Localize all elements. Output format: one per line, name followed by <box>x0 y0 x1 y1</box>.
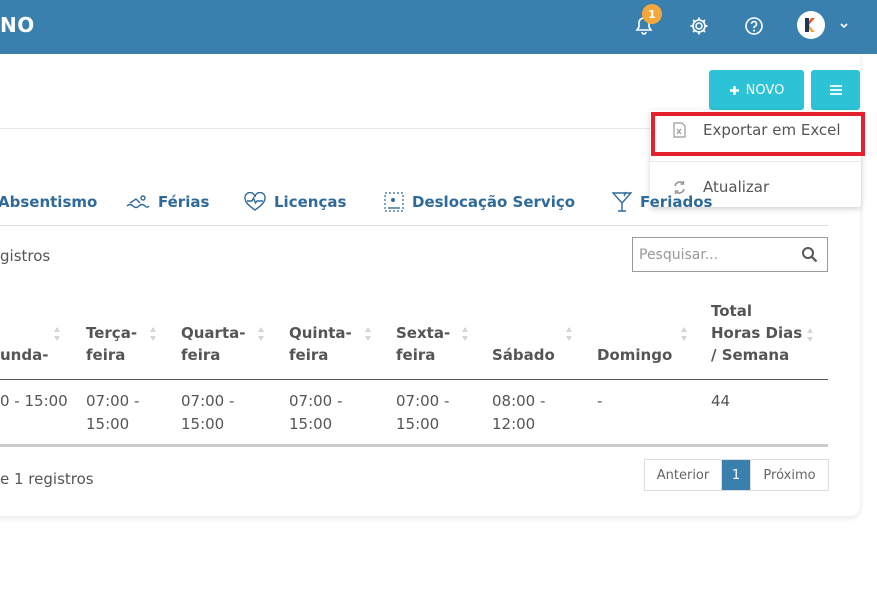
brand-logo-text: NO <box>0 13 35 37</box>
tab-feriados[interactable]: Feriados <box>612 186 712 218</box>
column-header[interactable]: Sexta- feira <box>396 300 450 370</box>
table-bottom-divider <box>0 444 828 447</box>
column-header[interactable]: Domingo <box>597 300 672 370</box>
tab-licencas-label: Licenças <box>274 193 347 211</box>
records-per-page-info: gistros <box>0 247 51 265</box>
tab-licencas[interactable]: Licenças <box>244 186 346 218</box>
tab-absentismo-label: Absentismo <box>0 193 98 211</box>
pagination-previous[interactable]: Anterior <box>645 460 722 490</box>
heartbeat-icon <box>244 192 266 211</box>
table-cell: 07:00 - 15:00 <box>289 392 343 433</box>
table-header-divider <box>0 379 828 380</box>
column-header[interactable]: unda- <box>0 300 48 370</box>
table-cell: 08:00 - 12:00 <box>492 392 546 433</box>
user-menu-toggle[interactable] <box>838 16 850 35</box>
table-cell: 0 - 15:00 <box>0 392 68 410</box>
pagination-next[interactable]: Próximo <box>750 460 828 490</box>
user-avatar[interactable] <box>797 11 825 39</box>
plus-icon <box>729 85 739 95</box>
sort-icon[interactable] <box>149 326 157 342</box>
search-icon <box>801 246 818 267</box>
table-cell: 07:00 - 15:00 <box>181 392 235 433</box>
pagination: Anterior 1 Próximo <box>644 459 829 491</box>
sort-icon[interactable] <box>364 326 372 342</box>
sort-icon[interactable] <box>257 326 265 342</box>
sort-icon[interactable] <box>53 326 61 342</box>
tab-absentismo[interactable]: Absentismo <box>0 186 97 218</box>
cocktail-icon <box>612 191 632 212</box>
tab-bar: Absentismo Férias Licenças Deslocação Se… <box>0 186 877 218</box>
column-header[interactable]: Total Horas Dias / Semana <box>711 300 802 370</box>
chevron-down-icon <box>840 23 848 29</box>
tab-divider <box>0 225 828 226</box>
column-header[interactable]: Sábado <box>492 300 555 370</box>
route-icon <box>384 192 404 212</box>
question-circle-icon <box>745 17 763 35</box>
swimmer-icon <box>126 195 150 209</box>
highlight-box <box>651 112 865 156</box>
menu-divider <box>650 161 861 162</box>
column-header[interactable]: Terça- feira <box>86 300 137 370</box>
help-button[interactable] <box>738 10 770 42</box>
table-cell: 44 <box>711 392 731 410</box>
novo-button-label: NOVO <box>745 82 785 98</box>
sort-icon[interactable] <box>680 326 688 342</box>
gear-icon <box>690 17 708 35</box>
records-summary: e 1 registros <box>0 470 94 488</box>
pagination-page-current[interactable]: 1 <box>722 460 750 490</box>
tab-deslocacao-label: Deslocação Serviço <box>412 193 576 211</box>
k-logo-icon <box>805 18 815 32</box>
sort-icon[interactable] <box>565 326 573 342</box>
tab-ferias[interactable]: Férias <box>126 186 209 218</box>
novo-button[interactable]: NOVO <box>709 70 804 110</box>
column-header[interactable]: Quarta- feira <box>181 300 245 370</box>
sort-icon[interactable] <box>461 326 469 342</box>
column-header[interactable]: Quinta- feira <box>289 300 352 370</box>
actions-menu-button[interactable] <box>811 70 860 110</box>
tab-deslocacao-servico[interactable]: Deslocação Serviço <box>384 186 575 218</box>
sort-icon[interactable] <box>806 327 814 343</box>
table-cell: - <box>597 392 603 410</box>
settings-button[interactable] <box>683 10 715 42</box>
table-cell: 07:00 - 15:00 <box>396 392 450 433</box>
hamburger-icon <box>829 85 842 95</box>
tab-feriados-label: Feriados <box>640 193 713 211</box>
table-cell: 07:00 - 15:00 <box>86 392 140 433</box>
search-input[interactable] <box>633 238 793 271</box>
search-box <box>632 237 828 272</box>
notification-badge: 1 <box>642 4 662 24</box>
tab-ferias-label: Férias <box>158 193 210 211</box>
